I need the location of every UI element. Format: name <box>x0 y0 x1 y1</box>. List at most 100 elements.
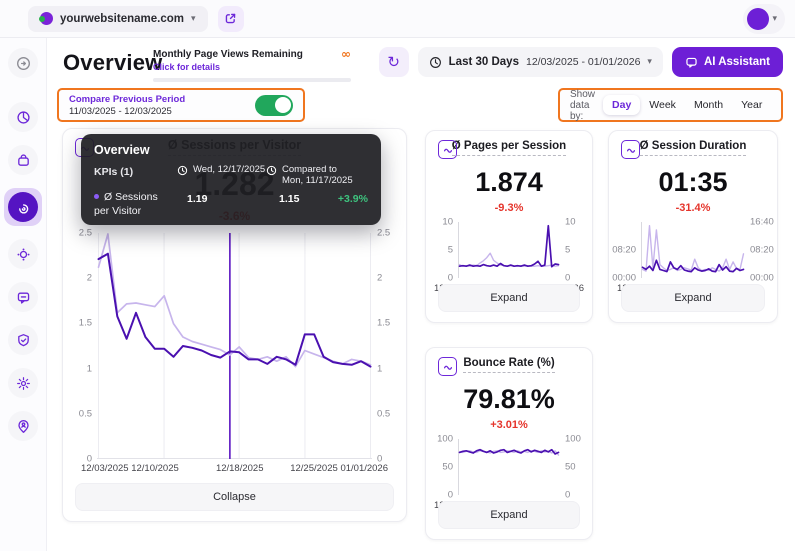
tooltip-kpis: KPIs (1) <box>94 166 134 178</box>
chart-plot[interactable] <box>97 233 372 459</box>
sidebar-item-privacy[interactable] <box>8 325 38 355</box>
show-data-by-option-week[interactable]: Week <box>640 95 685 115</box>
axis-tick-label: 1.5 <box>78 317 92 329</box>
expand-button[interactable]: Expand <box>621 284 765 312</box>
shield-check-icon <box>16 333 31 348</box>
axis-tick-label: 2.5 <box>377 227 391 239</box>
infinity-icon: ∞ <box>341 47 351 61</box>
main-content: Overview Monthly Page Views Remaining Cl… <box>47 38 795 551</box>
axis-tick-label: 2 <box>377 272 383 284</box>
y-axis-left: 00:00 08:20 <box>611 222 641 284</box>
axis-tick-label: 100 <box>565 433 581 445</box>
tooltip-previous-value: 1.15 <box>279 193 300 205</box>
kpi-delta: -9.3% <box>494 202 524 214</box>
pageviews-remaining-title: Monthly Page Views Remaining <box>153 49 303 60</box>
gear-icon <box>16 376 31 391</box>
tooltip-metric: Ø Sessions per Visitor <box>94 191 158 218</box>
kpi-delta: +3.01% <box>490 419 528 431</box>
axis-tick-label: 2 <box>86 272 92 284</box>
focus-target-icon <box>16 247 31 262</box>
show-data-by-option-month[interactable]: Month <box>685 95 732 115</box>
chart-plot[interactable] <box>458 439 560 495</box>
show-data-by-label: Show data by: <box>570 88 596 122</box>
chevron-down-icon: ▾ <box>647 57 652 67</box>
chat-icon <box>685 56 698 69</box>
clock-icon <box>177 165 188 176</box>
expand-button[interactable]: Expand <box>438 284 580 312</box>
expand-button[interactable]: Expand <box>438 501 580 529</box>
sidebar-item-behavior[interactable] <box>8 239 38 269</box>
show-data-by-option-day[interactable]: Day <box>603 95 641 115</box>
axis-tick-label: 50 <box>442 461 453 473</box>
kpi-checkbox-icon[interactable] <box>438 140 457 159</box>
pie-chart-icon <box>16 110 31 125</box>
website-selector[interactable]: yourwebsitename.com ▾ <box>28 5 208 32</box>
period-label: Last 30 Days <box>448 56 519 68</box>
chevron-down-icon: ▾ <box>772 14 777 24</box>
chart-plot[interactable] <box>458 222 560 278</box>
pages-per-session-card: Ø Pages per Session 1.874 -9.3% 0 5 10 051… <box>425 130 593 323</box>
tooltip-compared-date-text: Compared to Mon, 11/17/2025 <box>282 164 353 186</box>
x-axis-tick-label: 12/10/2025 <box>131 463 179 474</box>
kpi-value: 01:35 <box>658 167 728 197</box>
kpi-checkbox-icon[interactable] <box>438 357 457 376</box>
session-duration-card: Ø Session Duration 01:35 -31.4% 00:00 08:… <box>608 130 778 323</box>
sessions-per-visitor-card: Overview KPIs (1) Wed, 12/17/2025 Compar… <box>62 128 407 522</box>
pageviews-progress-bar <box>153 78 351 82</box>
refresh-button[interactable]: ↻ <box>378 47 409 77</box>
person-pin-icon <box>16 419 31 434</box>
sidebar-item-account[interactable] <box>8 411 38 441</box>
ai-assistant-button[interactable]: AI Assistant <box>671 47 783 77</box>
compare-toggle[interactable] <box>255 94 293 116</box>
avatar <box>747 8 770 30</box>
chart-plot[interactable] <box>641 222 745 278</box>
axis-tick-label: 10 <box>565 216 576 228</box>
expand-arrow-icon <box>16 56 31 71</box>
axis-tick-label: 0.5 <box>377 408 391 420</box>
x-axis-tick-label: 12/03/2025 <box>81 463 129 474</box>
chat-bubble-icon <box>16 290 31 305</box>
tooltip-change: +3.9% <box>337 193 368 205</box>
analytics-dashboard: yourwebsitename.com ▾ ▾ Overview Monthly… <box>0 0 795 551</box>
clock-icon <box>266 165 277 176</box>
sidebar-item-ecommerce[interactable] <box>8 145 38 175</box>
refresh-icon: ↻ <box>387 53 400 71</box>
tooltip-current-value: 1.19 <box>187 193 208 205</box>
show-data-by-option-year[interactable]: Year <box>732 95 771 115</box>
user-menu[interactable]: ▾ <box>743 4 785 34</box>
sidebar-item-settings[interactable] <box>8 368 38 398</box>
compare-previous-period-box: Compare Previous Period 11/03/2025 - 12/… <box>57 88 305 122</box>
open-website-button[interactable] <box>217 5 244 32</box>
pageviews-remaining-widget[interactable]: Monthly Page Views Remaining Click for d… <box>153 47 351 82</box>
kpi-value: 1.874 <box>475 167 543 197</box>
click-for-details-link[interactable]: Click for details <box>153 62 303 72</box>
axis-tick-label: 5 <box>565 244 571 256</box>
external-link-icon <box>224 12 237 25</box>
visitor-insights-icon <box>8 192 38 222</box>
collapse-button[interactable]: Collapse <box>75 483 394 511</box>
axis-tick-label: 1 <box>86 363 92 375</box>
bounce-rate-card: Bounce Rate (%) 79.81% +3.01% 0 50 100 0 50… <box>425 347 593 540</box>
date-range-selector[interactable]: Last 30 Days 12/03/2025 - 01/01/2026 ▾ <box>417 47 663 77</box>
series-dot-icon <box>94 194 99 199</box>
axis-tick-label: 10 <box>442 216 453 228</box>
axis-tick-label: 08:20 <box>750 244 774 256</box>
x-axis-tick-label: 12/25/2025 <box>290 463 338 474</box>
x-axis-labels: 12/03/2025 12/10/2025 12/18/2025 12/25/2025… <box>81 461 388 475</box>
y-axis-left: 0 0.5 1 1.5 2 2.5 <box>67 228 97 465</box>
sidebar-item-dashboard[interactable] <box>8 102 38 132</box>
tooltip-current-date: Wed, 12/17/2025 <box>177 164 265 176</box>
axis-tick-label: 08:20 <box>612 244 636 256</box>
kpi-checkbox-icon[interactable] <box>621 140 640 159</box>
sidebar-item-visitor-insights-selected[interactable] <box>4 188 42 226</box>
website-domain: yourwebsitename.com <box>60 12 184 25</box>
collapse-sidebar-button[interactable] <box>8 48 38 78</box>
chevron-down-icon: ▾ <box>190 13 196 24</box>
tooltip-current-date-text: Wed, 12/17/2025 <box>193 164 266 175</box>
tooltip-compared-date: Compared to Mon, 11/17/2025 <box>266 164 353 186</box>
x-axis-tick-label: 01/01/2026 <box>340 463 388 474</box>
sidebar-item-communication[interactable] <box>8 282 38 312</box>
axis-tick-label: 2.5 <box>78 227 92 239</box>
period-range: 12/03/2025 - 01/01/2026 <box>525 56 641 68</box>
y-axis-right: 0 50 100 <box>560 434 590 501</box>
